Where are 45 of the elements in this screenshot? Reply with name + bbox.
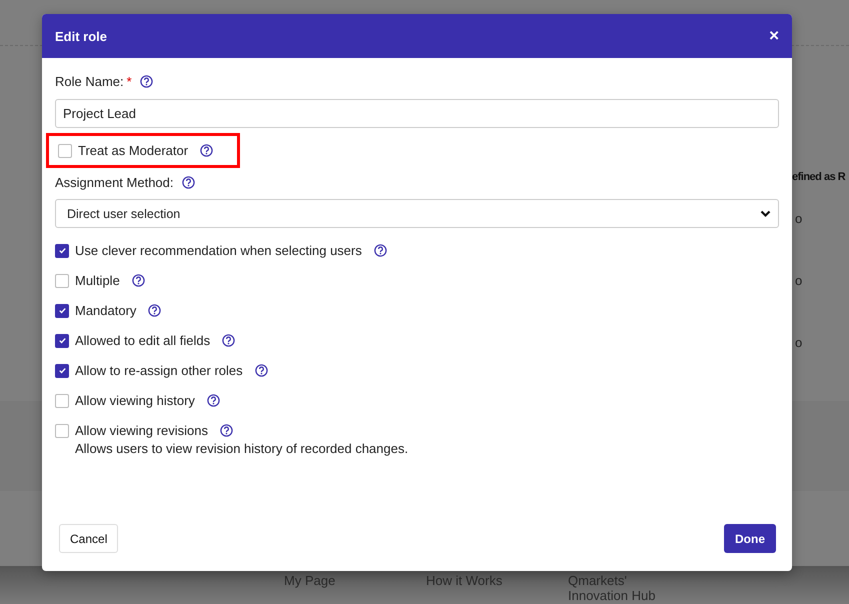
checkbox-label: Allow to re-assign other roles [75,363,243,378]
checkbox[interactable] [55,274,69,288]
checkbox-label: Mandatory [75,303,136,318]
checkbox-label: Treat as Moderator [78,143,188,158]
checkbox-label: Multiple [75,273,120,288]
check-icon [58,306,66,315]
checkbox[interactable] [55,244,69,258]
field-label: Assignment Method: [55,174,174,190]
checkbox[interactable] [55,364,69,378]
help-icon[interactable] [132,274,145,287]
role-name-field[interactable]: Project Lead [55,99,779,128]
help-icon[interactable] [140,74,153,88]
checkbox[interactable] [55,304,69,318]
checkbox[interactable] [55,394,69,408]
chevron-down-icon [760,210,771,218]
checkbox-label: Allow viewing history [75,393,195,408]
checkbox[interactable] [55,334,69,348]
table-header: efined as R [792,171,846,185]
option-description: Allows users to view revision history of recorded changes. [74,441,410,456]
checkbox-label: Allow viewing revisions [75,423,208,438]
check-icon [58,246,66,255]
help-icon[interactable] [206,394,220,407]
checkbox[interactable] [58,144,72,158]
help-icon[interactable] [182,176,195,188]
help-icon[interactable] [374,244,387,257]
check-icon [58,336,66,345]
table-cell-text: o [794,335,804,352]
help-icon[interactable] [222,334,236,347]
required-mark: * [126,74,132,88]
done-button[interactable]: Done [724,524,776,553]
table-cell-text: o [794,211,804,228]
field-label: Role Name: [55,74,124,88]
checkbox[interactable] [55,424,69,438]
assignment-method-dropdown[interactable]: Direct user selection [55,199,779,228]
checkbox-label: Allowed to edit all fields [75,333,210,348]
dialog-title: Edit role [55,28,108,44]
help-icon[interactable] [148,304,162,317]
help-icon[interactable] [220,424,233,437]
close-button[interactable]: × [769,26,779,46]
help-icon[interactable] [254,364,268,377]
check-icon [58,366,66,375]
cancel-button[interactable]: Cancel [59,524,118,553]
table-cell-text: o [794,273,804,290]
help-icon[interactable] [200,144,214,157]
checkbox-label: Use clever recommendation when selecting users [75,243,362,258]
